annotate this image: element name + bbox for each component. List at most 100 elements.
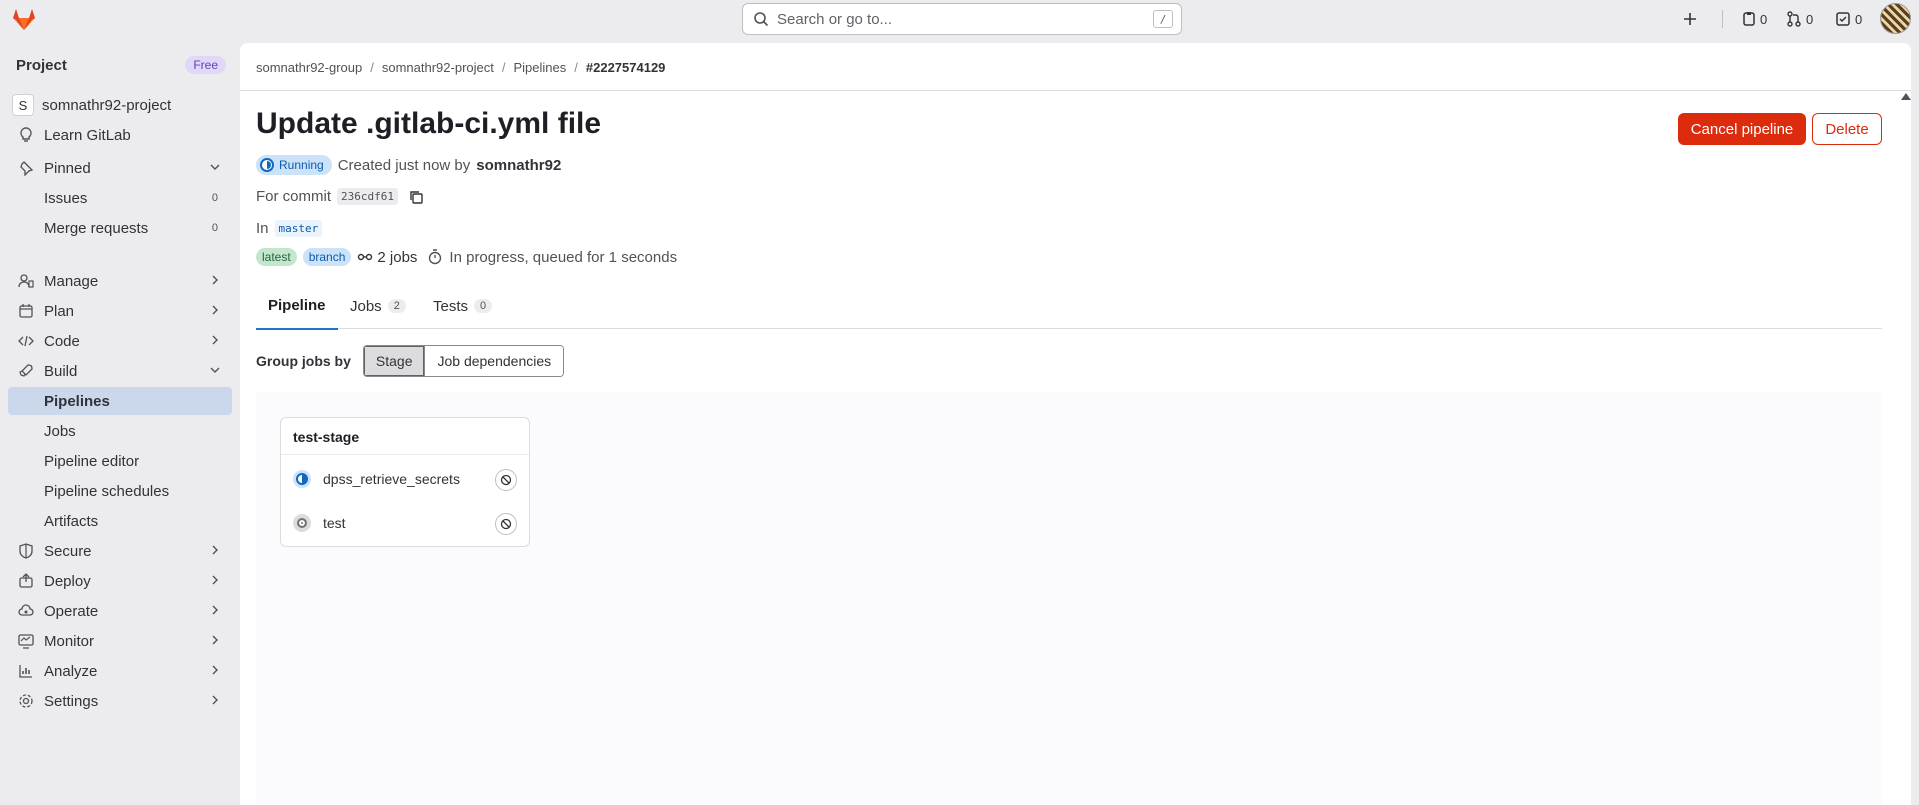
- pipeline-graph: test-stage dpss_retrieve_secrets test: [256, 392, 1882, 805]
- search-icon: [754, 12, 769, 27]
- sidebar-item-issues[interactable]: Issues 0: [8, 184, 232, 212]
- sidebar-item-merge-requests[interactable]: Merge requests 0: [8, 214, 232, 242]
- tab-pipeline[interactable]: Pipeline: [256, 283, 338, 330]
- copy-icon[interactable]: [408, 189, 424, 205]
- commit-sha[interactable]: 236cdf61: [337, 188, 398, 205]
- sidebar-item-label: Plan: [44, 302, 75, 320]
- todo-count: 0: [1855, 11, 1863, 27]
- status-badge[interactable]: Running: [256, 155, 332, 175]
- sidebar-item-build[interactable]: Build: [8, 357, 232, 385]
- created-status-icon: [293, 514, 311, 532]
- chevron-down-icon: [210, 367, 220, 373]
- pipeline-icon: [358, 253, 373, 261]
- sidebar-item-artifacts[interactable]: Artifacts: [8, 507, 232, 535]
- sidebar-item-analyze[interactable]: Analyze: [8, 657, 232, 685]
- search-placeholder: Search or go to...: [777, 10, 893, 28]
- chevron-down-icon: [210, 164, 220, 170]
- sidebar-item-manage[interactable]: Manage: [8, 267, 232, 295]
- sidebar-item-plan[interactable]: Plan: [8, 297, 232, 325]
- sidebar: Project Free S somnathr92-project Learn …: [0, 40, 240, 805]
- divider: [1722, 10, 1723, 28]
- cancel-job-icon[interactable]: [495, 469, 517, 491]
- job-item[interactable]: test: [293, 508, 517, 538]
- sidebar-item-settings[interactable]: Settings: [8, 687, 232, 715]
- tab-tests[interactable]: Tests 0: [421, 283, 504, 329]
- sidebar-item-label: Jobs: [44, 422, 76, 440]
- jobs-link[interactable]: 2 jobs: [357, 249, 417, 266]
- breadcrumb-separator: /: [574, 60, 578, 75]
- sidebar-item-operate[interactable]: Operate: [8, 597, 232, 625]
- breadcrumb-pipelines[interactable]: Pipelines: [513, 60, 566, 75]
- jobs-count-badge: 2: [387, 299, 406, 313]
- sidebar-item-label: Manage: [44, 272, 99, 290]
- calendar-icon: [16, 301, 36, 321]
- sidebar-item-learn-gitlab[interactable]: Learn GitLab: [8, 121, 232, 149]
- author-link[interactable]: somnathr92: [476, 157, 561, 174]
- sidebar-item-monitor[interactable]: Monitor: [8, 627, 232, 655]
- breadcrumb-current[interactable]: #2227574129: [586, 60, 666, 75]
- tab-label: Pipeline: [268, 297, 326, 314]
- user-avatar[interactable]: [1880, 3, 1911, 34]
- scroll-up-arrow-icon[interactable]: [1901, 93, 1911, 100]
- main-content: somnathr92-group / somnathr92-project / …: [240, 43, 1911, 805]
- chevron-right-icon: [212, 635, 218, 645]
- sidebar-item-label: Operate: [44, 602, 99, 620]
- sidebar-header: Project Free: [16, 56, 226, 74]
- tab-jobs[interactable]: Jobs 2: [338, 283, 418, 329]
- jobs-link-label: 2 jobs: [377, 248, 418, 266]
- create-new-icon[interactable]: [1682, 0, 1698, 38]
- sidebar-item-jobs[interactable]: Jobs: [8, 417, 232, 445]
- delete-button[interactable]: Delete: [1812, 113, 1882, 145]
- issues-count-badge: 0: [211, 192, 218, 204]
- sidebar-item-label: somnathr92-project: [42, 96, 172, 114]
- todo-counter[interactable]: 0: [1835, 0, 1862, 38]
- breadcrumb-group[interactable]: somnathr92-group: [256, 60, 362, 75]
- cancel-pipeline-button[interactable]: Cancel pipeline: [1678, 113, 1806, 145]
- branch-name[interactable]: master: [274, 220, 323, 237]
- sidebar-item-pipeline-editor[interactable]: Pipeline editor: [8, 447, 232, 475]
- users-icon: [16, 271, 36, 291]
- search-input[interactable]: Search or go to... /: [742, 3, 1182, 35]
- sidebar-item-label: Pipeline schedules: [44, 482, 170, 500]
- running-status-icon: [260, 158, 274, 172]
- divider: [281, 454, 529, 455]
- chevron-right-icon: [212, 605, 218, 615]
- sidebar-item-deploy[interactable]: Deploy: [8, 567, 232, 595]
- plan-badge: Free: [185, 56, 226, 74]
- breadcrumb-project[interactable]: somnathr92-project: [382, 60, 494, 75]
- sidebar-item-label: Pinned: [44, 159, 91, 177]
- chevron-right-icon: [212, 665, 218, 675]
- gitlab-logo-icon[interactable]: [11, 6, 37, 32]
- sidebar-item-label: Issues: [44, 189, 88, 207]
- breadcrumb-separator: /: [370, 60, 374, 75]
- sidebar-item-secure[interactable]: Secure: [8, 537, 232, 565]
- running-status-icon: [293, 470, 311, 488]
- cloud-gear-icon: [16, 601, 36, 621]
- cancel-job-icon[interactable]: [495, 513, 517, 535]
- sidebar-item-project[interactable]: S somnathr92-project: [8, 91, 232, 119]
- branch-row: In master: [256, 220, 323, 237]
- group-by-dependencies-button[interactable]: Job dependencies: [425, 346, 564, 376]
- sidebar-item-pipeline-schedules[interactable]: Pipeline schedules: [8, 477, 232, 505]
- in-label: In: [256, 220, 269, 237]
- sidebar-item-code[interactable]: Code: [8, 327, 232, 355]
- chart-icon: [16, 661, 36, 681]
- job-name: dpss_retrieve_secrets: [323, 471, 460, 487]
- project-avatar: S: [12, 94, 34, 116]
- latest-tag: latest: [256, 248, 297, 266]
- sidebar-item-label: Build: [44, 362, 78, 380]
- sidebar-item-label: Code: [44, 332, 80, 350]
- sidebar-title: Project: [16, 56, 67, 74]
- todo-icon: [1836, 12, 1850, 26]
- timer-icon: [429, 249, 442, 265]
- group-by-stage-button[interactable]: Stage: [363, 346, 426, 376]
- merge-requests-counter[interactable]: 0: [1786, 0, 1813, 38]
- sidebar-item-pinned[interactable]: Pinned: [8, 154, 232, 182]
- sidebar-item-pipelines[interactable]: Pipelines: [8, 387, 232, 415]
- job-item[interactable]: dpss_retrieve_secrets: [293, 464, 517, 494]
- issues-counter[interactable]: 0: [1742, 0, 1767, 38]
- chevron-right-icon: [212, 545, 218, 555]
- sidebar-item-label: Monitor: [44, 632, 95, 650]
- pipeline-tabs: Pipeline Jobs 2 Tests 0: [256, 283, 1882, 330]
- merge-requests-count: 0: [1806, 11, 1814, 27]
